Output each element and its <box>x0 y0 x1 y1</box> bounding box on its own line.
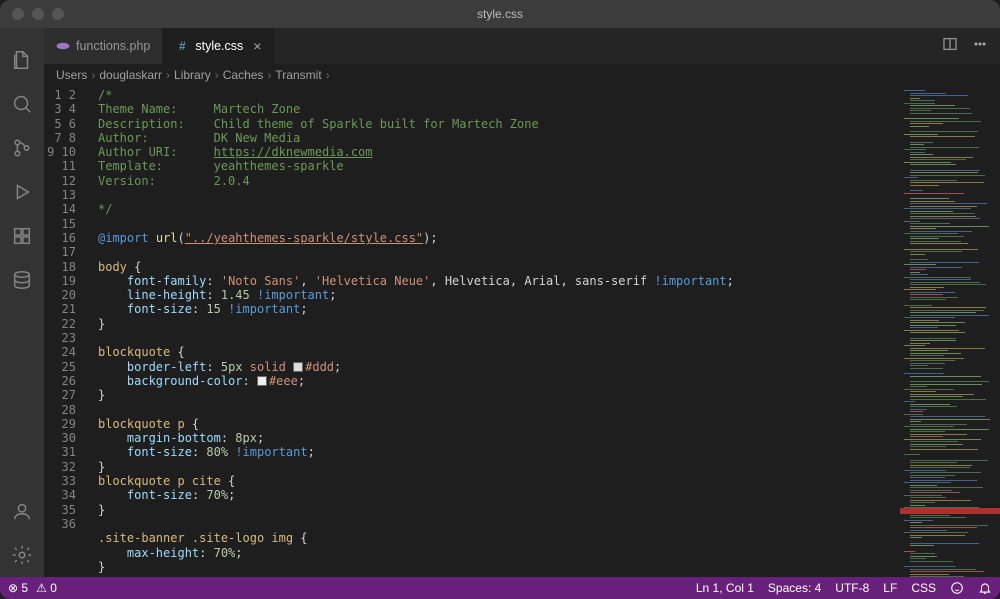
explorer-icon[interactable] <box>0 38 44 82</box>
status-warnings[interactable]: ⚠ 0 <box>36 581 57 595</box>
tab-style-css[interactable]: # style.css × <box>163 28 274 64</box>
code-content[interactable]: /* Theme Name: Martech Zone Description:… <box>92 86 900 577</box>
chevron-right-icon: › <box>166 68 170 82</box>
source-control-icon[interactable] <box>0 126 44 170</box>
php-file-icon <box>56 39 70 53</box>
traffic-lights <box>12 8 64 20</box>
css-file-icon: # <box>175 39 189 53</box>
tab-label: style.css <box>195 39 243 53</box>
status-eol[interactable]: LF <box>883 581 897 595</box>
status-indentation[interactable]: Spaces: 4 <box>768 581 821 595</box>
status-errors[interactable]: ⊗ 5 <box>8 581 28 595</box>
status-bar: ⊗ 5 ⚠ 0 Ln 1, Col 1 Spaces: 4 UTF-8 LF C… <box>0 577 1000 599</box>
search-icon[interactable] <box>0 82 44 126</box>
status-cursor-position[interactable]: Ln 1, Col 1 <box>696 581 754 595</box>
error-icon: ⊗ <box>8 581 18 595</box>
database-icon[interactable] <box>0 258 44 302</box>
tab-functions-php[interactable]: functions.php <box>44 28 163 64</box>
status-encoding[interactable]: UTF-8 <box>835 581 869 595</box>
chevron-right-icon: › <box>267 68 271 82</box>
close-tab-icon[interactable]: × <box>253 38 261 54</box>
more-actions-icon[interactable] <box>972 36 988 57</box>
chevron-right-icon: › <box>326 68 330 82</box>
tab-actions <box>942 28 1000 64</box>
settings-gear-icon[interactable] <box>0 533 44 577</box>
run-debug-icon[interactable] <box>0 170 44 214</box>
status-language[interactable]: CSS <box>911 581 936 595</box>
breadcrumb-seg[interactable]: Library <box>174 68 211 82</box>
activity-bar <box>0 28 44 577</box>
accounts-icon[interactable] <box>0 489 44 533</box>
tab-bar: functions.php # style.css × <box>44 28 1000 64</box>
chevron-right-icon: › <box>91 68 95 82</box>
window-titlebar: style.css <box>0 0 1000 28</box>
split-editor-icon[interactable] <box>942 36 958 57</box>
notifications-bell-icon[interactable] <box>978 581 992 596</box>
close-window-button[interactable] <box>12 8 24 20</box>
zoom-window-button[interactable] <box>52 8 64 20</box>
line-number-gutter: 1 2 3 4 5 6 7 8 9 10 11 12 13 14 15 16 1… <box>44 86 92 577</box>
breadcrumb-seg[interactable]: Caches <box>223 68 264 82</box>
tab-label: functions.php <box>76 39 150 53</box>
minimize-window-button[interactable] <box>32 8 44 20</box>
feedback-icon[interactable] <box>950 581 964 596</box>
breadcrumb-seg[interactable]: Users <box>56 68 87 82</box>
minimap[interactable] <box>900 86 1000 577</box>
breadcrumb: Users› douglaskarr› Library› Caches› Tra… <box>44 64 1000 86</box>
breadcrumb-seg[interactable]: douglaskarr <box>99 68 162 82</box>
chevron-right-icon: › <box>215 68 219 82</box>
warning-icon: ⚠ <box>36 581 47 595</box>
extensions-icon[interactable] <box>0 214 44 258</box>
breadcrumb-seg[interactable]: Transmit <box>275 68 321 82</box>
code-editor[interactable]: 1 2 3 4 5 6 7 8 9 10 11 12 13 14 15 16 1… <box>44 86 900 577</box>
window-title: style.css <box>0 7 1000 21</box>
